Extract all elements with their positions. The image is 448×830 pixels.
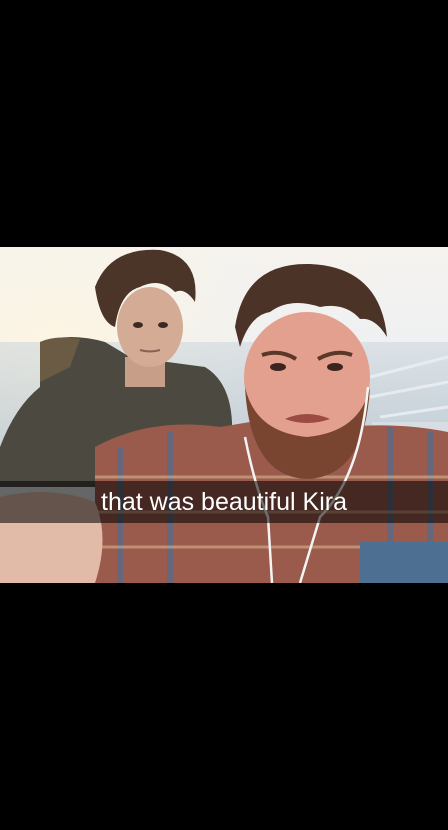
selfie-photo	[0, 247, 448, 583]
snap-photo: that was beautiful Kira	[0, 247, 448, 583]
snap-viewer[interactable]: that was beautiful Kira	[0, 0, 448, 830]
caption-text: that was beautiful Kira	[101, 488, 347, 516]
caption-bar[interactable]: that was beautiful Kira	[0, 481, 448, 523]
